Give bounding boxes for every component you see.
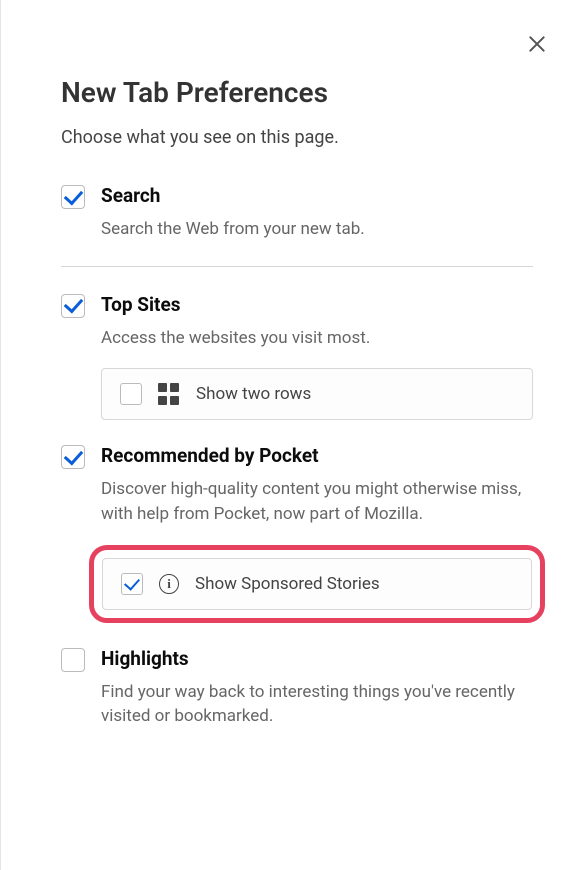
topsites-title: Top Sites (101, 293, 533, 316)
divider (61, 266, 533, 267)
topsites-checkbox[interactable] (61, 294, 85, 318)
section-highlights: Highlights Find your way back to interes… (61, 647, 533, 729)
tworows-label: Show two rows (196, 384, 311, 404)
highlights-checkbox[interactable] (61, 648, 85, 672)
highlights-title: Highlights (101, 647, 533, 670)
page-title: New Tab Preferences (61, 76, 533, 109)
search-checkbox[interactable] (61, 185, 85, 209)
info-icon[interactable]: i (159, 574, 179, 594)
sponsored-highlight: i Show Sponsored Stories (89, 545, 545, 623)
pocket-desc: Discover high-quality content you might … (101, 477, 533, 526)
section-pocket: Recommended by Pocket Discover high-qual… (61, 444, 533, 622)
pocket-checkbox[interactable] (61, 445, 85, 469)
close-icon (527, 34, 547, 54)
section-topsites: Top Sites Access the websites you visit … (61, 293, 533, 421)
close-button[interactable] (525, 32, 549, 56)
sponsored-checkbox[interactable] (121, 573, 143, 595)
page-subtitle: Choose what you see on this page. (61, 127, 533, 148)
highlights-desc: Find your way back to interesting things… (101, 680, 533, 729)
pocket-sponsored-option[interactable]: i Show Sponsored Stories (102, 558, 532, 610)
topsites-desc: Access the websites you visit most. (101, 326, 533, 351)
search-desc: Search the Web from your new tab. (101, 217, 533, 242)
tworows-checkbox[interactable] (120, 383, 142, 405)
topsites-tworows-option[interactable]: Show two rows (101, 368, 533, 420)
section-search: Search Search the Web from your new tab. (61, 184, 533, 242)
preferences-panel: New Tab Preferences Choose what you see … (1, 0, 581, 777)
grid-icon (158, 383, 180, 405)
search-title: Search (101, 184, 533, 207)
sponsored-label: Show Sponsored Stories (195, 574, 380, 594)
pocket-title: Recommended by Pocket (101, 444, 533, 467)
